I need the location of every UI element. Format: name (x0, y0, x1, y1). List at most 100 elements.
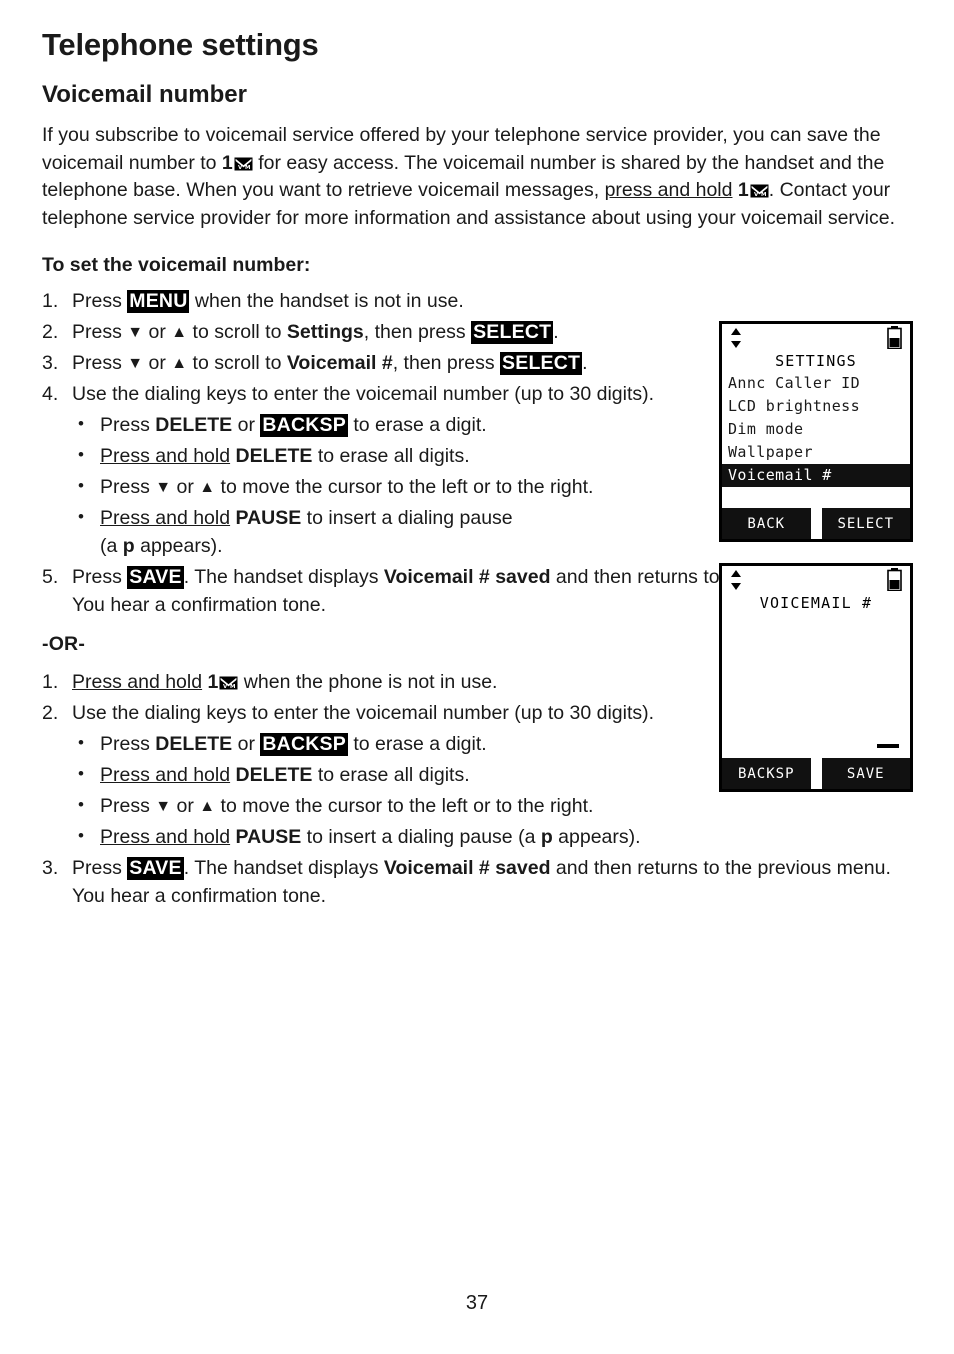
voicemail-key-digit-3: 1 (207, 671, 219, 694)
lcd-softkey-back[interactable]: BACK (722, 516, 811, 532)
up-arrow-icon: ▲ (199, 479, 216, 497)
alt-step-3-mid: . The handset displays (183, 857, 384, 880)
step-5-pre: Press (72, 566, 128, 589)
voicemail-saved-message: Voicemail # saved (383, 857, 551, 880)
bullet-icon: • (78, 795, 84, 815)
voicemail-saved-message: Voicemail # saved (383, 566, 551, 589)
scroll-up-down-icon (729, 327, 743, 349)
step-1: 1. Press MENU when the handset is not in … (42, 287, 912, 315)
svg-text:M: M (245, 165, 250, 171)
up-arrow-icon: ▲ (199, 798, 216, 816)
press-and-hold-underline-1: press and hold (604, 179, 733, 202)
step-2-post: . (553, 321, 559, 344)
lcd-menu-item-dim-mode[interactable]: Dim mode (722, 418, 910, 441)
bullet-icon: • (78, 826, 84, 846)
battery-icon (887, 326, 902, 350)
bullet-post: to erase all digits. (312, 445, 470, 468)
bullet-post: to erase all digits. (312, 764, 470, 787)
step-2-mid2: , then press (363, 321, 472, 344)
step-2-mid: to scroll to (187, 321, 287, 344)
alt-step-3-pre: Press (72, 857, 128, 880)
lcd-menu-item-annc-caller-id[interactable]: Annc Caller ID (722, 372, 910, 395)
save-softkey-label-2: SAVE (127, 857, 184, 881)
alt-step-1-number: 1. (42, 671, 59, 694)
envelope-icon: VM (234, 157, 253, 171)
list-item: • Press and hold PAUSE to insert a dialin… (72, 823, 912, 851)
menu-softkey-label: MENU (127, 290, 190, 314)
bullet-icon: • (78, 414, 84, 434)
up-arrow-icon: ▲ (171, 355, 188, 373)
press-and-hold-underline: Press and hold (100, 826, 231, 849)
scroll-up-down-icon (729, 569, 743, 591)
down-arrow-icon: ▼ (155, 479, 172, 497)
bullet-post: to insert a dialing pause (301, 507, 513, 530)
bullet-icon: • (78, 733, 84, 753)
press-and-hold-underline: Press and hold (100, 445, 231, 468)
lcd-softkey-backsp[interactable]: BACKSP (722, 766, 811, 782)
softkey-divider (810, 758, 822, 789)
bullet-post2-end: appears). (552, 826, 641, 849)
pause-char: p (122, 535, 135, 558)
lcd-softkey-save[interactable]: SAVE (822, 766, 911, 782)
softkey-divider (810, 508, 822, 539)
lcd-settings-title: SETTINGS (775, 352, 857, 370)
lcd-status-bar (722, 566, 910, 592)
alt-step-2-text: Use the dialing keys to enter the voicem… (72, 702, 655, 725)
voicemail-key-digit-2: 1 (737, 179, 749, 202)
manual-page: Telephone settings Voicemail number If y… (0, 0, 954, 1354)
down-arrow-icon: ▼ (127, 355, 144, 373)
lcd-softkey-select[interactable]: SELECT (822, 516, 911, 532)
lcd-menu-item-lcd-brightness[interactable]: LCD brightness (722, 395, 910, 418)
voicemail-key-3: 1VM (208, 671, 239, 693)
alt-step-3-number: 3. (42, 857, 59, 880)
bullet-or: or (171, 476, 200, 499)
step-5-number: 5. (42, 566, 59, 589)
bullet-mid: or (232, 414, 261, 437)
delete-key-label: DELETE (155, 414, 233, 437)
bullet-pre: Press (100, 476, 156, 499)
bullet-or: or (171, 795, 200, 818)
step-3-mid: to scroll to (187, 352, 287, 375)
voicemail-key-2: 1VM (738, 179, 769, 201)
step-3-number: 3. (42, 352, 59, 375)
alt-step-3: 3. Press SAVE. The handset displays Voice… (42, 854, 912, 910)
procedure-heading: To set the voicemail number: (42, 254, 311, 277)
step-3-mid2: , then press (392, 352, 501, 375)
lcd-settings-body: SETTINGS Annc Caller ID LCD brightness D… (722, 324, 910, 539)
chapter-title: Telephone settings (42, 27, 319, 62)
lcd-menu-item-wallpaper[interactable]: Wallpaper (722, 441, 910, 464)
bullet-pre: Press (100, 733, 156, 756)
list-item: • Press ▼ or ▲ to move the cursor to the … (72, 792, 912, 820)
step-1-pre: Press (72, 290, 128, 313)
delete-key-label: DELETE (155, 733, 233, 756)
lcd-screen-settings: SETTINGS Annc Caller ID LCD brightness D… (719, 321, 913, 542)
step-3-post: . (582, 352, 588, 375)
alt-step-2-number: 2. (42, 702, 59, 725)
section-title: Voicemail number (42, 81, 247, 109)
svg-text:M: M (761, 193, 766, 199)
bullet-mid: or (232, 733, 261, 756)
envelope-icon-3: VM (219, 676, 238, 690)
step-4-text: Use the dialing keys to enter the voicem… (72, 383, 655, 406)
bullet-pre: Press (100, 795, 156, 818)
down-arrow-icon: ▼ (127, 324, 144, 342)
bullet-post2-end: appears). (134, 535, 223, 558)
bullet-post: to erase a digit. (347, 414, 487, 437)
svg-text:V: V (238, 165, 243, 171)
lcd-voicemail-body: VOICEMAIL # BACKSP SAVE (722, 566, 910, 789)
svg-text:V: V (223, 685, 228, 691)
step-2-target: Settings (286, 321, 364, 344)
pause-key-label: PAUSE (235, 507, 302, 530)
step-3-pre: Press (72, 352, 128, 375)
bullet-icon: • (78, 764, 84, 784)
bullet-icon: • (78, 507, 84, 527)
svg-text:V: V (754, 193, 759, 199)
backsp-softkey-label-1: BACKSP (260, 414, 348, 438)
lcd-screen-voicemail-entry: VOICEMAIL # BACKSP SAVE (719, 563, 913, 792)
lcd-settings-softkeys: BACK SELECT (722, 508, 910, 539)
up-arrow-icon: ▲ (171, 324, 188, 342)
lcd-menu-item-voicemail-number-selected[interactable]: Voicemail # (722, 464, 910, 487)
bullet-icon: • (78, 445, 84, 465)
voicemail-key-1: 1VM (222, 152, 253, 174)
step-3-target: Voicemail # (286, 352, 393, 375)
